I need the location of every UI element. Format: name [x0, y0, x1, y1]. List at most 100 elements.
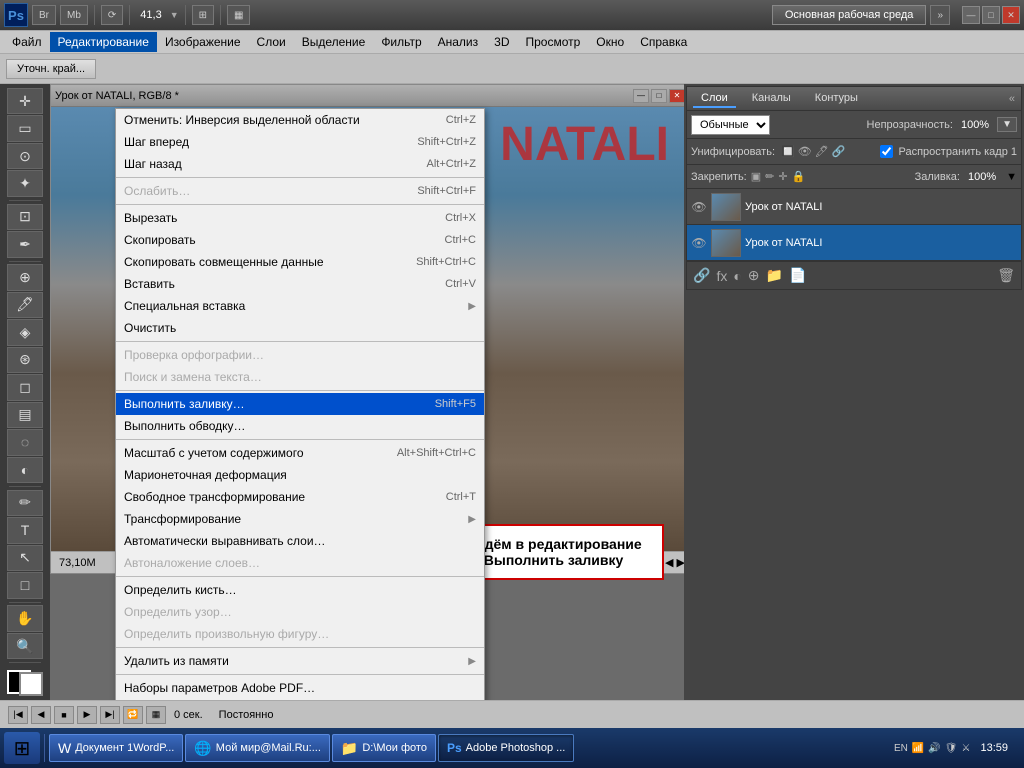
tool-dodge[interactable]: ◐ — [7, 457, 43, 483]
menu-help[interactable]: Справка — [632, 32, 695, 52]
tool-history-brush[interactable]: ⊛ — [7, 347, 43, 373]
tab-paths[interactable]: Контуры — [807, 90, 866, 108]
tool-healing[interactable]: ⊕ — [7, 264, 43, 290]
mini-bridge-btn[interactable]: Mb — [60, 5, 88, 25]
doc-nav-arrows[interactable]: ◀ ▶ — [665, 556, 684, 569]
tool-magic-wand[interactable]: ✦ — [7, 170, 43, 196]
taskbar-mail[interactable]: 🌐 Мой мир@Mail.Ru:... — [185, 734, 330, 762]
lock-pixels[interactable]: ✏ — [765, 170, 774, 183]
layer-item-0[interactable]: 👁 Урок от NATALI — [687, 189, 1021, 225]
menu-item-special_paste[interactable]: Специальная вставка▶ — [116, 295, 484, 317]
menu-analysis[interactable]: Анализ — [430, 32, 487, 52]
rotate-btn[interactable]: ⟳ — [101, 5, 123, 25]
lock-all[interactable]: 🔒 — [792, 170, 806, 183]
extra-btn[interactable]: ▦ — [227, 5, 250, 25]
tray-lang[interactable]: EN — [894, 743, 908, 754]
menu-filter[interactable]: Фильтр — [373, 32, 429, 52]
menu-item-step_forward[interactable]: Шаг впередShift+Ctrl+Z — [116, 131, 484, 153]
tool-blur[interactable]: ◌ — [7, 429, 43, 455]
bridge-btn[interactable]: Br — [32, 5, 56, 25]
tool-eyedropper[interactable]: ✒ — [7, 231, 43, 257]
menu-item-copy_merged[interactable]: Скопировать совмещенные данныеShift+Ctrl… — [116, 251, 484, 273]
lock-transparent[interactable]: ▣ — [751, 170, 761, 183]
menu-item-define_brush[interactable]: Определить кисть… — [116, 579, 484, 601]
workspace-arrow[interactable]: » — [930, 5, 950, 25]
layer-eye-1[interactable]: 👁 — [691, 236, 707, 250]
doc-minimize[interactable]: — — [633, 89, 649, 103]
menu-item-manage_sets[interactable]: Управление наборами… — [116, 699, 484, 700]
taskbar-word[interactable]: W Документ 1WordP... — [49, 734, 183, 762]
opacity-arrow[interactable]: ▼ — [997, 117, 1017, 132]
tool-eraser[interactable]: ◻ — [7, 374, 43, 400]
play-stop-btn[interactable]: ■ — [54, 706, 74, 724]
layout-btn[interactable]: ⊞ — [192, 5, 214, 25]
play-prev-btn[interactable]: ◀ — [31, 706, 51, 724]
menu-edit[interactable]: Редактирование — [50, 32, 157, 52]
menu-item-auto_align[interactable]: Автоматически выравнивать слои… — [116, 530, 484, 552]
close-button[interactable]: ✕ — [1002, 6, 1020, 24]
tool-marquee[interactable]: ▭ — [7, 115, 43, 141]
play-loop-btn[interactable]: 🔁 — [123, 706, 143, 724]
tray-antivirus[interactable]: ⚔ — [962, 743, 971, 754]
menu-file[interactable]: Файл — [4, 32, 50, 52]
new-layer-btn[interactable]: 📄 — [789, 267, 806, 284]
menu-3d[interactable]: 3D — [486, 32, 517, 52]
tool-crop[interactable]: ⊡ — [7, 204, 43, 230]
menu-item-clear[interactable]: Очистить — [116, 317, 484, 339]
workspace-button[interactable]: Основная рабочая среда — [772, 5, 927, 25]
link-layers-btn[interactable]: 🔗 — [693, 267, 710, 284]
menu-item-paste[interactable]: ВставитьCtrl+V — [116, 273, 484, 295]
tool-gradient[interactable]: ▤ — [7, 402, 43, 428]
panel-collapse[interactable]: « — [1009, 93, 1015, 105]
background-color[interactable] — [19, 672, 43, 696]
doc-maximize[interactable]: □ — [651, 89, 667, 103]
menu-select[interactable]: Выделение — [294, 32, 374, 52]
tab-channels[interactable]: Каналы — [744, 90, 799, 108]
tray-network[interactable]: 📶 — [912, 743, 924, 754]
taskbar-foto[interactable]: 📁 D:\Мои фото — [332, 734, 436, 762]
add-mask-btn[interactable]: ◐ — [733, 268, 741, 284]
propagate-checkbox[interactable] — [880, 145, 893, 158]
menu-item-stroke[interactable]: Выполнить обводку… — [116, 415, 484, 437]
tool-hand[interactable]: ✋ — [7, 605, 43, 631]
tool-path-select[interactable]: ↖ — [7, 545, 43, 571]
tool-text[interactable]: T — [7, 517, 43, 543]
maximize-button[interactable]: □ — [982, 6, 1000, 24]
menu-window[interactable]: Окно — [588, 32, 632, 52]
menu-layer[interactable]: Слои — [249, 32, 294, 52]
tab-layers[interactable]: Слои — [693, 90, 736, 108]
menu-item-cut[interactable]: ВырезатьCtrl+X — [116, 207, 484, 229]
menu-item-undo[interactable]: Отменить: Инверсия выделенной областиCtr… — [116, 109, 484, 131]
play-end-btn[interactable]: ▶| — [100, 706, 120, 724]
lock-position[interactable]: ✛ — [778, 170, 787, 183]
tool-pen[interactable]: ✏ — [7, 490, 43, 516]
fill-arrow[interactable]: ▼ — [1006, 171, 1017, 183]
new-group-btn[interactable]: 📁 — [766, 267, 783, 284]
tool-move[interactable]: ✛ — [7, 88, 43, 114]
doc-close[interactable]: ✕ — [669, 89, 684, 103]
menu-item-content_aware_scale[interactable]: Масштаб с учетом содержимогоAlt+Shift+Ct… — [116, 442, 484, 464]
tool-shape[interactable]: □ — [7, 572, 43, 598]
menu-image[interactable]: Изображение — [157, 32, 249, 52]
add-style-btn[interactable]: fx — [716, 268, 727, 284]
menu-item-step_back[interactable]: Шаг назадAlt+Ctrl+Z — [116, 153, 484, 175]
menu-item-fill[interactable]: Выполнить заливку…Shift+F5 — [116, 393, 484, 415]
tool-lasso[interactable]: ⊙ — [7, 143, 43, 169]
taskbar-photoshop[interactable]: Ps Adobe Photoshop ... — [438, 734, 574, 762]
tool-brush[interactable]: 🖊 — [7, 292, 43, 318]
tool-zoom[interactable]: 🔍 — [7, 633, 43, 659]
tray-volume[interactable]: 🔊 — [928, 743, 940, 754]
menu-item-puppet_warp[interactable]: Марионеточная деформация — [116, 464, 484, 486]
menu-view[interactable]: Просмотр — [517, 32, 588, 52]
menu-item-purge[interactable]: Удалить из памяти▶ — [116, 650, 484, 672]
minimize-button[interactable]: — — [962, 6, 980, 24]
menu-item-free_transform[interactable]: Свободное трансформированиеCtrl+T — [116, 486, 484, 508]
new-fill-btn[interactable]: ⊕ — [748, 267, 760, 284]
color-swatches[interactable] — [7, 670, 43, 696]
blend-mode-select[interactable]: Обычные — [691, 115, 770, 135]
unify-icons[interactable]: 🔲 👁 🖊 🔗 — [781, 145, 846, 158]
tool-clone[interactable]: ◈ — [7, 319, 43, 345]
menu-item-transform[interactable]: Трансформирование▶ — [116, 508, 484, 530]
play-start-btn[interactable]: |◀ — [8, 706, 28, 724]
layer-item-1[interactable]: 👁 Урок от NATALI — [687, 225, 1021, 261]
